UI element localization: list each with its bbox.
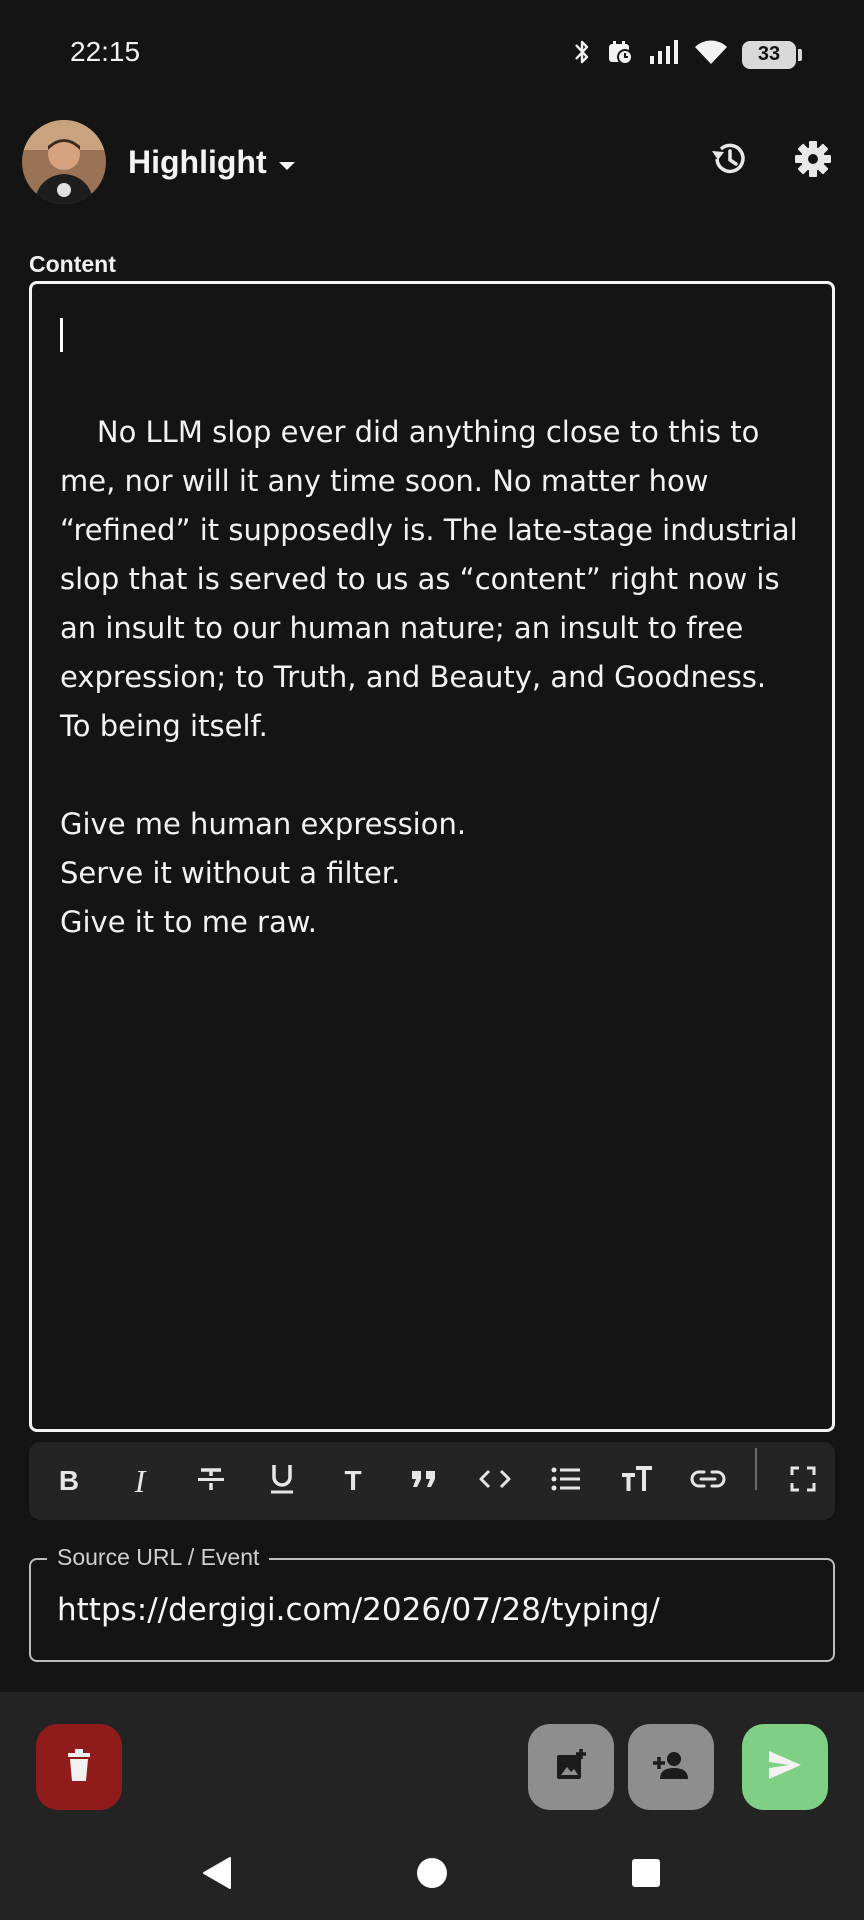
- link-button[interactable]: [688, 1461, 728, 1501]
- code-icon: [478, 1467, 512, 1496]
- text-caret: [60, 318, 63, 352]
- text-size-button[interactable]: [617, 1461, 657, 1501]
- caret-down-icon: [277, 144, 297, 181]
- action-bar: [0, 1692, 864, 1828]
- add-image-icon: [554, 1748, 588, 1787]
- source-url-field[interactable]: Source URL / Event https://dergigi.com/2…: [29, 1544, 835, 1662]
- quote-icon: [410, 1467, 438, 1496]
- send-button[interactable]: [742, 1724, 828, 1810]
- quote-button[interactable]: [404, 1461, 444, 1501]
- system-nav-bar: [0, 1828, 864, 1920]
- source-url-value: https://dergigi.com/2026/07/28/typing/: [57, 1592, 660, 1628]
- bulleted-list-button[interactable]: [546, 1461, 586, 1501]
- fullscreen-button[interactable]: [783, 1461, 823, 1501]
- underline-button[interactable]: [262, 1461, 302, 1501]
- source-url-label: Source URL / Event: [47, 1544, 270, 1571]
- calendar-clock-icon: [606, 38, 634, 71]
- strikethrough-icon: [195, 1463, 227, 1500]
- italic-icon: I: [134, 1462, 146, 1499]
- content-text: No LLM slop ever did anything close to t…: [60, 415, 798, 939]
- settings-button[interactable]: [786, 134, 840, 188]
- bulleted-list-icon: [550, 1465, 582, 1498]
- status-time: 22:15: [70, 36, 141, 67]
- history-icon: [708, 138, 750, 185]
- bluetooth-icon: [572, 38, 592, 71]
- nav-back-button[interactable]: [192, 1850, 242, 1900]
- underline-icon: [267, 1462, 297, 1501]
- add-image-button[interactable]: [528, 1724, 614, 1810]
- delete-button[interactable]: [36, 1724, 122, 1810]
- bold-button[interactable]: B: [49, 1461, 89, 1501]
- fullscreen-icon: [790, 1466, 816, 1497]
- app-header: Highlight: [0, 110, 864, 212]
- content-editor[interactable]: No LLM slop ever did anything close to t…: [29, 281, 835, 1432]
- toolbar-divider: [755, 1448, 757, 1490]
- bold-icon: B: [58, 1465, 80, 1496]
- trash-icon: [64, 1748, 94, 1787]
- history-button[interactable]: [702, 134, 756, 188]
- text-size-icon: [620, 1464, 654, 1499]
- formatting-toolbar: B I T: [29, 1442, 835, 1520]
- nav-recents-button[interactable]: [621, 1850, 671, 1900]
- account-switcher[interactable]: Highlight: [128, 144, 297, 181]
- add-person-button[interactable]: [628, 1724, 714, 1810]
- send-icon: [767, 1749, 803, 1786]
- text-style-icon: T: [344, 1465, 362, 1496]
- wifi-icon: [694, 38, 728, 71]
- status-bar: 22:15 33: [0, 0, 864, 110]
- text-style-button[interactable]: T: [333, 1461, 373, 1501]
- italic-button[interactable]: I: [120, 1461, 160, 1501]
- page-title: Highlight: [128, 144, 267, 180]
- home-icon: [416, 1857, 448, 1894]
- signal-icon: [648, 38, 680, 71]
- nav-home-button[interactable]: [407, 1850, 457, 1900]
- back-icon: [200, 1856, 234, 1895]
- settings-gear-icon: [793, 139, 833, 184]
- avatar[interactable]: [22, 120, 106, 204]
- link-icon: [690, 1468, 726, 1495]
- code-button[interactable]: [475, 1461, 515, 1501]
- content-label: Content: [29, 251, 116, 277]
- recents-icon: [631, 1858, 661, 1893]
- add-person-icon: [652, 1750, 690, 1785]
- battery-icon: 33: [742, 40, 802, 69]
- strikethrough-button[interactable]: [191, 1461, 231, 1501]
- status-icons: 33: [572, 38, 802, 71]
